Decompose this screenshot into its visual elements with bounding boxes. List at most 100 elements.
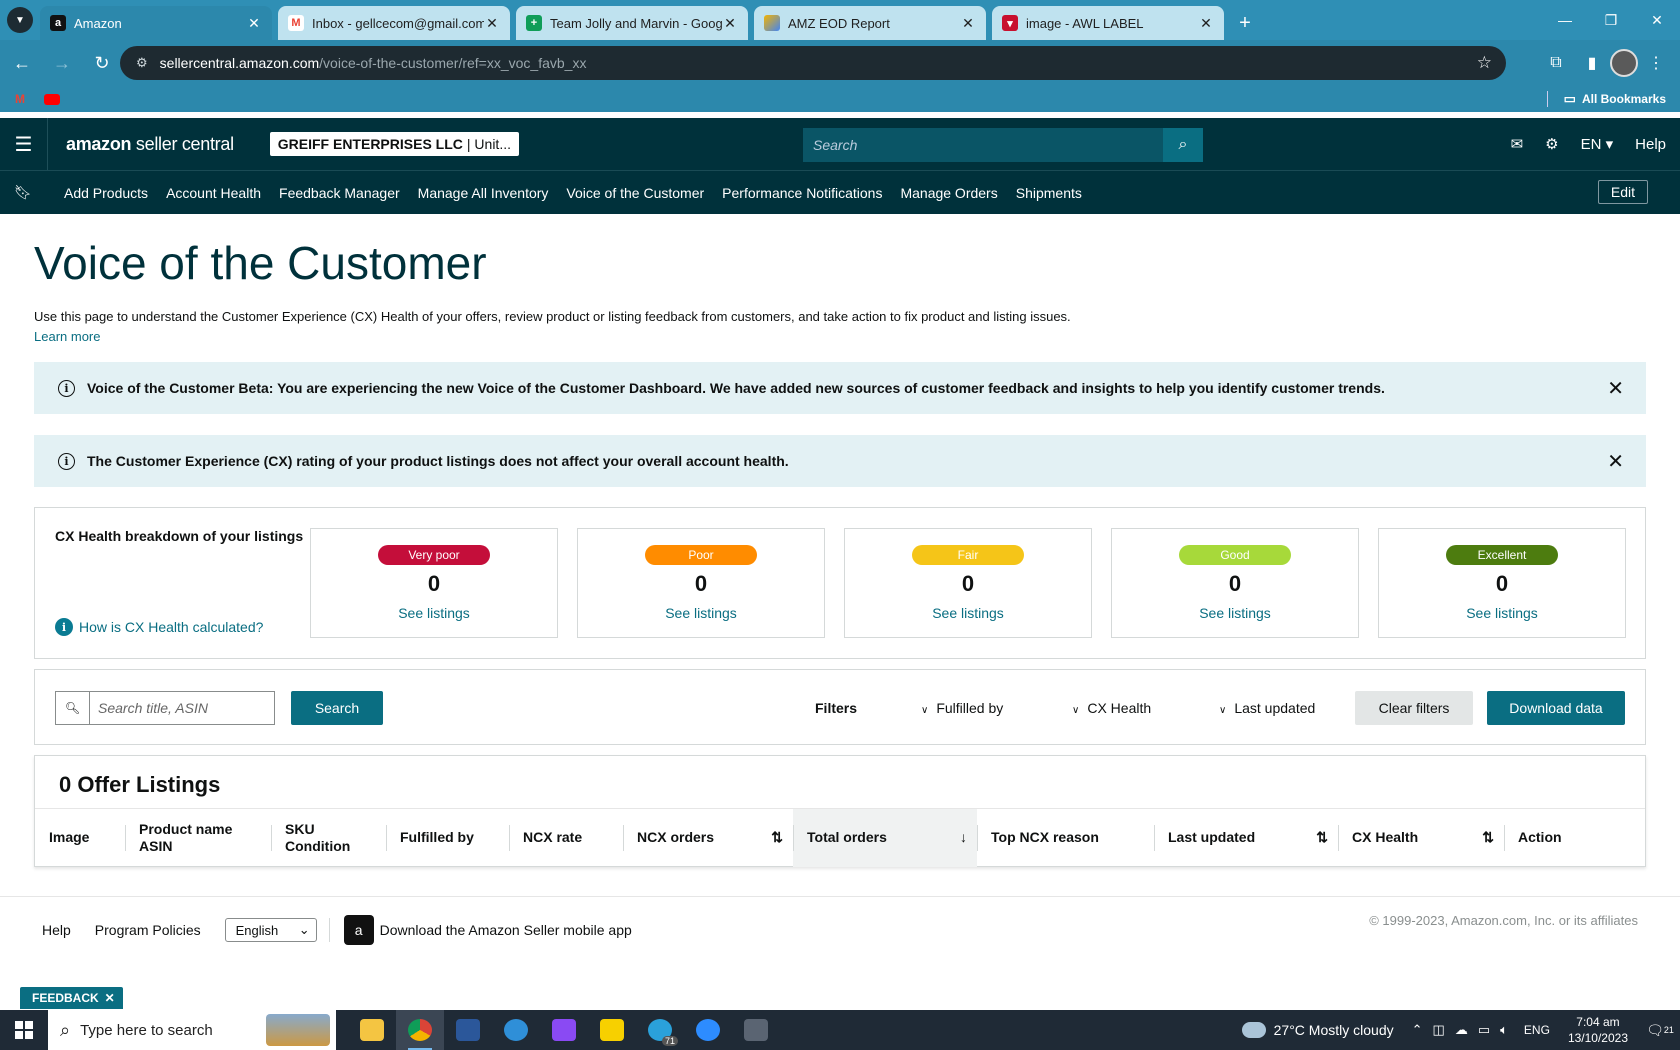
clock[interactable]: 7:04 am 13/10/2023 <box>1568 1014 1628 1046</box>
see-listings-link[interactable]: See listings <box>578 605 824 621</box>
nav-account-health[interactable]: Account Health <box>166 185 261 201</box>
sort-icon[interactable]: ⇅ <box>1482 829 1494 847</box>
zoom-icon[interactable] <box>684 1010 732 1050</box>
close-icon[interactable]: ✕ <box>1607 449 1624 474</box>
back-arrow-icon[interactable]: ← <box>4 45 40 81</box>
search-button[interactable]: Search <box>291 691 383 725</box>
close-tab-icon[interactable]: ✕ <box>1198 15 1214 32</box>
chrome-icon[interactable] <box>396 1010 444 1050</box>
column-cx-health[interactable]: CX Health ⇅ <box>1338 809 1504 867</box>
windows-start-icon[interactable] <box>0 1010 48 1050</box>
browser-tab-gmail[interactable]: M Inbox - gellcecom@gmail.com ✕ <box>278 6 510 40</box>
account-switcher[interactable]: GREIFF ENTERPRISES LLC | Unit... <box>269 132 519 156</box>
telegram-icon[interactable]: 71 <box>636 1010 684 1050</box>
browser-tab-awl-label[interactable]: ▾ image - AWL LABEL ✕ <box>992 6 1224 40</box>
profile-avatar[interactable] <box>1610 49 1638 77</box>
nav-voice-of-the-customer[interactable]: Voice of the Customer <box>566 185 704 201</box>
network-icon[interactable]: ▭ <box>1478 1022 1490 1038</box>
footer-language-select[interactable]: English ⌄ <box>224 918 317 942</box>
messenger-app-icon[interactable] <box>540 1010 588 1050</box>
footer-program-policies-link[interactable]: Program Policies <box>95 922 201 938</box>
camera-icon[interactable]: ◫ <box>1433 1022 1445 1038</box>
bookmark-gmail-icon[interactable]: M <box>8 90 32 108</box>
close-icon[interactable]: ✕ <box>105 991 115 1005</box>
clear-filters-button[interactable]: Clear filters <box>1355 691 1473 725</box>
see-listings-link[interactable]: See listings <box>845 605 1091 621</box>
see-listings-link[interactable]: See listings <box>1112 605 1358 621</box>
forward-arrow-icon[interactable]: → <box>44 45 80 81</box>
nav-manage-orders[interactable]: Manage Orders <box>900 185 997 201</box>
feedback-tab[interactable]: FEEDBACK ✕ <box>20 987 123 1009</box>
volume-icon[interactable]: 🔈︎ <box>1500 1022 1508 1038</box>
see-listings-link[interactable]: See listings <box>311 605 557 621</box>
gear-icon[interactable]: ⚙ <box>1545 135 1558 153</box>
side-panel-icon[interactable]: ▮ <box>1574 46 1610 80</box>
browser-tab-sheets[interactable]: + Team Jolly and Marvin - Googl ✕ <box>516 6 748 40</box>
help-link[interactable]: Help <box>1635 136 1666 153</box>
header-search-button[interactable]: ⌕ <box>1163 128 1203 162</box>
all-bookmarks[interactable]: ▭ All Bookmarks <box>1546 86 1666 112</box>
filter-fulfilled-by[interactable]: ∨ Fulfilled by <box>921 700 1003 716</box>
mail-icon[interactable]: ✉ <box>1511 135 1524 153</box>
browser-tab-amazon[interactable]: a Amazon ✕ <box>40 6 272 40</box>
nav-add-products[interactable]: Add Products <box>64 185 148 201</box>
cx-health-how-link[interactable]: i How is CX Health calculated? <box>55 618 263 636</box>
download-app-link[interactable]: Download the Amazon Seller mobile app <box>380 922 632 938</box>
file-explorer-icon[interactable] <box>348 1010 396 1050</box>
kebab-menu-icon[interactable]: ⋮ <box>1638 46 1674 80</box>
chevron-up-icon[interactable]: ⌃ <box>1412 1022 1423 1038</box>
bookmarked-nav: 🔖︎ Add Products Account Health Feedback … <box>0 170 1680 214</box>
close-tab-icon[interactable]: ✕ <box>960 15 976 32</box>
sync-app-icon[interactable] <box>492 1010 540 1050</box>
minimize-icon[interactable]: — <box>1542 0 1588 40</box>
close-window-icon[interactable]: ✕ <box>1634 0 1680 40</box>
onedrive-icon[interactable]: ☁ <box>1455 1022 1468 1038</box>
input-language[interactable]: ENG <box>1524 1023 1550 1037</box>
close-icon[interactable]: ✕ <box>1607 376 1624 401</box>
nav-manage-all-inventory[interactable]: Manage All Inventory <box>418 185 549 201</box>
close-tab-icon[interactable]: ✕ <box>246 15 262 32</box>
language-selector[interactable]: EN ▾ <box>1581 135 1614 153</box>
new-tab-button[interactable]: + <box>1230 6 1260 40</box>
notification-center-icon[interactable]: 🗨︎ 21 <box>1640 1022 1680 1039</box>
column-total-orders[interactable]: Total orders ↓ <box>793 809 977 867</box>
nav-feedback-manager[interactable]: Feedback Manager <box>279 185 400 201</box>
download-data-button[interactable]: Download data <box>1487 691 1625 725</box>
see-listings-link[interactable]: See listings <box>1379 605 1625 621</box>
sticky-notes-icon[interactable] <box>588 1010 636 1050</box>
listing-search-input[interactable]: Search title, ASIN <box>89 691 275 725</box>
listing-search-bar: 🔍︎ Search title, ASIN Search Filters ∨ Fu… <box>34 669 1646 745</box>
browser-tab-eod-report[interactable]: AMZ EOD Report ✕ <box>754 6 986 40</box>
seller-app-icon[interactable]: a <box>343 915 374 945</box>
site-info-icon[interactable]: ⚙ <box>136 55 148 71</box>
column-last-updated[interactable]: Last updated ⇅ <box>1154 809 1338 867</box>
filter-last-updated[interactable]: ∨ Last updated <box>1219 700 1315 716</box>
reload-icon[interactable]: ↻ <box>84 45 120 81</box>
filter-cx-health[interactable]: ∨ CX Health <box>1072 700 1151 716</box>
nav-shipments[interactable]: Shipments <box>1016 185 1082 201</box>
calculator-icon[interactable] <box>732 1010 780 1050</box>
header-search-input[interactable]: Search <box>803 128 1203 162</box>
hamburger-menu-icon[interactable]: ☰ <box>0 118 48 170</box>
word-icon[interactable] <box>444 1010 492 1050</box>
bookmark-youtube-icon[interactable] <box>40 90 64 108</box>
tab-search-button[interactable]: ▼ <box>0 0 40 40</box>
sort-descending-icon[interactable]: ↓ <box>960 829 967 847</box>
weather-widget[interactable]: 27°C Mostly cloudy <box>1241 1022 1394 1038</box>
nav-performance-notifications[interactable]: Performance Notifications <box>722 185 882 201</box>
sort-icon[interactable]: ⇅ <box>1316 829 1328 847</box>
address-bar[interactable]: ⚙ sellercentral.amazon.com/voice-of-the-… <box>120 46 1506 80</box>
close-tab-icon[interactable]: ✕ <box>484 15 500 32</box>
footer-help-link[interactable]: Help <box>42 922 71 938</box>
bookmark-star-icon[interactable]: ☆ <box>1477 53 1492 73</box>
close-tab-icon[interactable]: ✕ <box>722 15 738 32</box>
sort-icon[interactable]: ⇅ <box>771 829 783 847</box>
restore-icon[interactable]: ❐ <box>1588 0 1634 40</box>
extensions-icon[interactable]: ⧉ <box>1538 46 1574 80</box>
seller-central-logo[interactable]: amazon seller central <box>66 134 234 155</box>
learn-more-link[interactable]: Learn more <box>34 329 1646 344</box>
column-ncx-orders[interactable]: NCX orders ⇅ <box>623 809 793 867</box>
edit-nav-button[interactable]: Edit <box>1597 180 1648 204</box>
bookmark-icon[interactable]: 🔖︎ <box>0 184 46 201</box>
taskbar-search[interactable]: ⌕ Type here to search <box>48 1010 336 1050</box>
